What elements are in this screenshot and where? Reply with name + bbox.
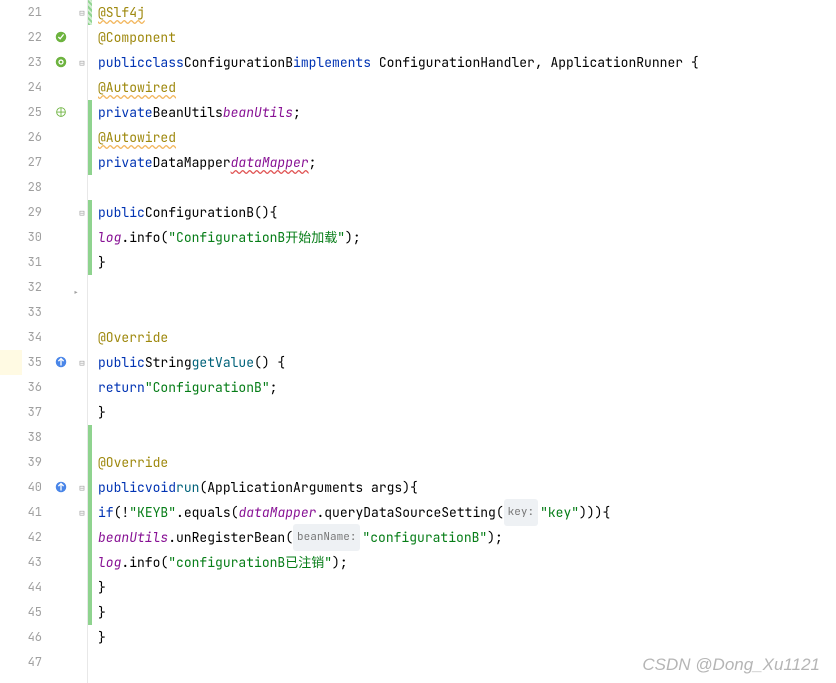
param-hint: key: — [504, 499, 538, 526]
line-number[interactable]: 21 — [22, 0, 48, 25]
line-number[interactable]: 40 — [22, 475, 48, 500]
code-line[interactable]: @Autowired — [94, 125, 836, 150]
code-line[interactable] — [94, 275, 836, 300]
code-line[interactable]: @Override — [94, 450, 836, 475]
line-number[interactable]: 42 — [22, 525, 48, 550]
code-line[interactable] — [94, 175, 836, 200]
vcs-added-marker[interactable] — [88, 100, 92, 175]
code-line[interactable]: beanUtils.unRegisterBean( beanName: "con… — [94, 525, 836, 550]
fold-gutter: ⊟ ⊟ ⊟ ▸ ⊟ ⊟ ⊟ — [76, 0, 88, 683]
line-number[interactable]: 30 — [22, 225, 48, 250]
annotation: @Override — [98, 325, 168, 350]
code-line[interactable]: if(!"KEYB".equals(dataMapper.queryDataSo… — [94, 500, 836, 525]
line-number[interactable]: 39 — [22, 450, 48, 475]
autowired-bean-icon[interactable] — [54, 105, 70, 121]
line-number[interactable]: 44 — [22, 575, 48, 600]
line-number[interactable]: 32 — [22, 275, 48, 300]
fold-collapse-icon[interactable]: ⊟ — [77, 208, 87, 218]
line-number[interactable]: 23 — [22, 50, 48, 75]
code-line[interactable]: public String getValue() { — [94, 350, 836, 375]
line-number[interactable]: 37 — [22, 400, 48, 425]
code-line[interactable]: public class ConfigurationB implements C… — [94, 50, 836, 75]
line-number[interactable]: 34 — [22, 325, 48, 350]
override-up-icon[interactable] — [54, 480, 70, 496]
code-line[interactable]: } — [94, 575, 836, 600]
code-line[interactable] — [94, 425, 836, 450]
code-line[interactable]: @Slf4j — [94, 0, 836, 25]
annotation: @Component — [98, 25, 176, 50]
annotation: @Autowired — [98, 125, 176, 150]
code-line[interactable]: } — [94, 625, 836, 650]
fold-collapse-icon[interactable]: ⊟ — [77, 358, 87, 368]
line-number[interactable]: 27 — [22, 150, 48, 175]
line-number[interactable]: 36 — [22, 375, 48, 400]
code-content[interactable]: @Slf4j @Component public class Configura… — [94, 0, 836, 683]
line-number[interactable]: 47 — [22, 650, 48, 675]
line-number[interactable]: 46 — [22, 625, 48, 650]
code-line[interactable]: @Override — [94, 325, 836, 350]
line-number[interactable]: 43 — [22, 550, 48, 575]
param-hint: beanName: — [293, 524, 360, 551]
code-line[interactable]: @Autowired — [94, 75, 836, 100]
annotation: @Slf4j — [98, 0, 145, 25]
fold-expand-arrow-icon[interactable]: ▸ — [73, 286, 79, 299]
code-line[interactable]: } — [94, 400, 836, 425]
line-number-gutter: 21 22 23 24 25 26 27 28 29 30 31 32 33 3… — [22, 0, 50, 683]
gutter-icons-column — [50, 0, 76, 683]
caret-line-marker — [0, 350, 22, 375]
code-line[interactable]: log.info("ConfigurationB开始加载"); — [94, 225, 836, 250]
line-number[interactable]: 35 — [22, 350, 48, 375]
fold-collapse-icon[interactable]: ⊟ — [77, 483, 87, 493]
code-line[interactable] — [94, 300, 836, 325]
line-number[interactable]: 45 — [22, 600, 48, 625]
spring-component-icon[interactable] — [54, 30, 70, 46]
code-line[interactable]: public void run(ApplicationArguments arg… — [94, 475, 836, 500]
code-editor: 21 22 23 24 25 26 27 28 29 30 31 32 33 3… — [0, 0, 836, 683]
line-number[interactable]: 22 — [22, 25, 48, 50]
code-line[interactable]: @Component — [94, 25, 836, 50]
spring-bean-icon[interactable] — [54, 55, 70, 71]
fold-collapse-icon[interactable]: ⊟ — [77, 508, 87, 518]
line-number[interactable]: 29 — [22, 200, 48, 225]
fold-collapse-icon[interactable]: ⊟ — [77, 8, 87, 18]
line-number[interactable]: 28 — [22, 175, 48, 200]
code-line[interactable]: } — [94, 600, 836, 625]
line-number[interactable]: 31 — [22, 250, 48, 275]
code-line[interactable]: private DataMapper dataMapper; — [94, 150, 836, 175]
override-up-icon[interactable] — [54, 355, 70, 371]
code-line[interactable]: log.info("configurationB已注销"); — [94, 550, 836, 575]
left-margin — [0, 0, 22, 683]
vcs-added-marker[interactable] — [88, 200, 92, 275]
vcs-modified-marker[interactable] — [88, 0, 92, 25]
vcs-added-marker[interactable] — [88, 425, 92, 625]
code-line[interactable]: private BeanUtils beanUtils; — [94, 100, 836, 125]
annotation: @Override — [98, 450, 168, 475]
line-number[interactable]: 26 — [22, 125, 48, 150]
line-number[interactable]: 41 — [22, 500, 48, 525]
code-line[interactable] — [94, 650, 836, 675]
line-number[interactable]: 24 — [22, 75, 48, 100]
fold-collapse-icon[interactable]: ⊟ — [77, 58, 87, 68]
line-number[interactable]: 33 — [22, 300, 48, 325]
code-line[interactable]: return "ConfigurationB"; — [94, 375, 836, 400]
code-line[interactable]: public ConfigurationB(){ — [94, 200, 836, 225]
line-number[interactable]: 25 — [22, 100, 48, 125]
code-line[interactable]: } — [94, 250, 836, 275]
annotation: @Autowired — [98, 75, 176, 100]
line-number[interactable]: 38 — [22, 425, 48, 450]
